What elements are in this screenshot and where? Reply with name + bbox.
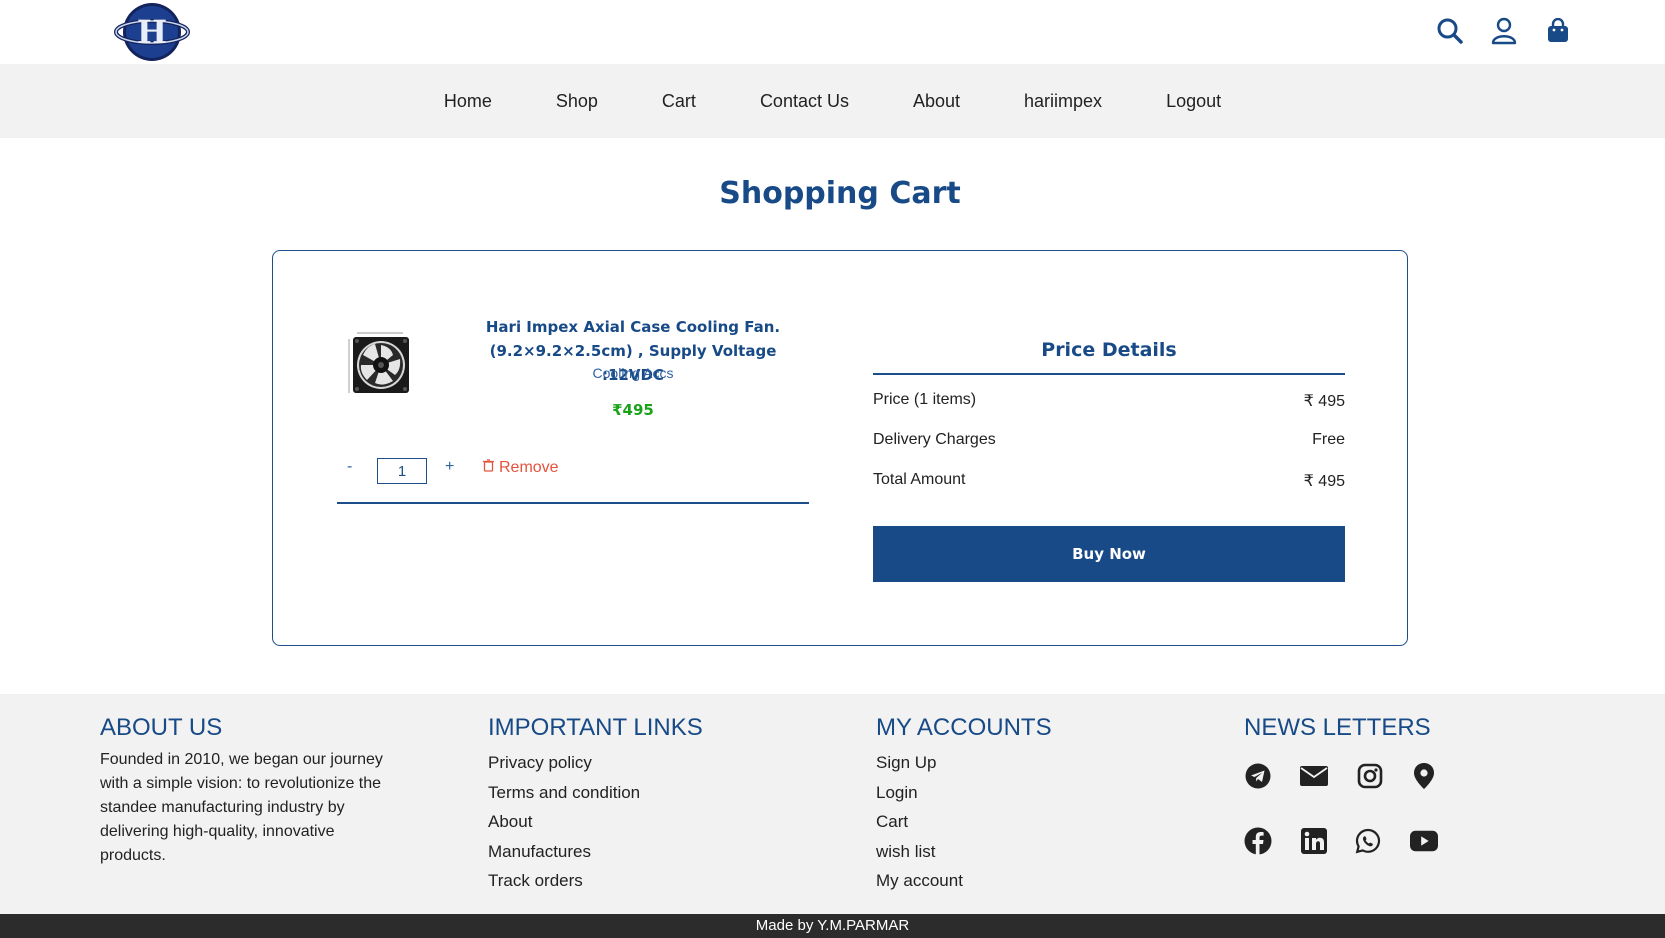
- footer-about: ABOUT US Founded in 2010, we began our j…: [100, 714, 390, 868]
- footer-link-privacy-policy[interactable]: Privacy policy: [488, 748, 703, 778]
- quantity-increase-button[interactable]: +: [445, 458, 454, 476]
- footer-link-manufactures[interactable]: Manufactures: [488, 837, 703, 867]
- nav-contact-us[interactable]: Contact Us: [760, 91, 849, 112]
- nav-account-name[interactable]: hariimpex: [1024, 91, 1102, 112]
- location-pin-icon[interactable]: [1410, 762, 1438, 790]
- footer-link-login[interactable]: Login: [876, 778, 1052, 808]
- nav-about[interactable]: About: [913, 91, 960, 112]
- footer-link-about[interactable]: About: [488, 807, 703, 837]
- page-title: Shopping Cart: [719, 176, 961, 211]
- footer-link-cart[interactable]: Cart: [876, 807, 1052, 837]
- price-row: Price (1 items) ₹ 495: [873, 391, 1345, 411]
- delivery-row-value: Free: [1312, 431, 1345, 448]
- buy-now-button[interactable]: Buy Now: [873, 526, 1345, 582]
- nav-shop[interactable]: Shop: [556, 91, 598, 112]
- product-image[interactable]: [345, 327, 417, 403]
- footer-about-heading: ABOUT US: [100, 714, 223, 741]
- product-price: ₹495: [612, 401, 654, 419]
- footer-my-accounts: MY ACCOUNTS Sign Up Login Cart wish list…: [876, 714, 1052, 896]
- total-row: Total Amount ₹ 495: [873, 471, 1345, 491]
- site-logo[interactable]: H: [114, 2, 190, 62]
- search-icon[interactable]: [1435, 16, 1465, 46]
- user-icon[interactable]: [1489, 16, 1519, 46]
- price-row-label: Price (1 items): [873, 391, 977, 408]
- delivery-row: Delivery Charges Free: [873, 431, 1345, 449]
- delivery-row-label: Delivery Charges: [873, 431, 996, 448]
- quantity-input[interactable]: [377, 458, 427, 484]
- price-row-value: ₹ 495: [1303, 393, 1345, 410]
- footer-credit: Made by Y.M.PARMAR: [0, 914, 1665, 938]
- svg-text:H: H: [137, 13, 167, 51]
- footer-about-text: Founded in 2010, we began our journey wi…: [100, 751, 383, 864]
- footer-link-wish-list[interactable]: wish list: [876, 837, 1052, 867]
- footer-accounts-heading: MY ACCOUNTS: [876, 714, 1052, 741]
- product-category: Cooling Accs: [592, 365, 674, 381]
- footer-link-my-account[interactable]: My account: [876, 866, 1052, 896]
- price-details-divider: [873, 373, 1345, 375]
- footer-link-sign-up[interactable]: Sign Up: [876, 748, 1052, 778]
- main-nav: Home Shop Cart Contact Us About hariimpe…: [0, 64, 1665, 138]
- footer-news-heading: NEWS LETTERS: [1244, 714, 1431, 741]
- footer-link-terms[interactable]: Terms and condition: [488, 778, 703, 808]
- whatsapp-icon[interactable]: [1354, 827, 1382, 855]
- instagram-icon[interactable]: [1356, 762, 1384, 790]
- item-divider: [337, 502, 809, 504]
- footer-newsletters: NEWS LETTERS: [1244, 714, 1464, 904]
- telegram-icon[interactable]: [1244, 762, 1272, 790]
- footer-important-links: IMPORTANT LINKS Privacy policy Terms and…: [488, 714, 703, 896]
- facebook-icon[interactable]: [1244, 827, 1272, 855]
- cart-card: Hari Impex Axial Case Cooling Fan. (9.2×…: [272, 250, 1408, 646]
- footer-link-track-orders[interactable]: Track orders: [488, 866, 703, 896]
- quantity-decrease-button[interactable]: -: [347, 458, 352, 476]
- trash-icon: [483, 459, 494, 477]
- top-bar: H: [0, 0, 1665, 64]
- total-row-label: Total Amount: [873, 471, 966, 488]
- remove-item-button[interactable]: Remove: [483, 459, 559, 477]
- footer-links-heading: IMPORTANT LINKS: [488, 714, 703, 741]
- footer: ABOUT US Founded in 2010, we began our j…: [0, 694, 1665, 914]
- youtube-icon[interactable]: [1410, 827, 1438, 855]
- shopping-bag-icon[interactable]: [1543, 16, 1573, 46]
- nav-logout[interactable]: Logout: [1166, 91, 1221, 112]
- total-row-value: ₹ 495: [1303, 473, 1345, 490]
- email-icon[interactable]: [1300, 762, 1328, 790]
- price-details-title: Price Details: [1041, 339, 1177, 361]
- nav-home[interactable]: Home: [444, 91, 492, 112]
- nav-cart[interactable]: Cart: [662, 91, 696, 112]
- remove-label: Remove: [499, 459, 559, 476]
- linkedin-icon[interactable]: [1300, 827, 1328, 855]
